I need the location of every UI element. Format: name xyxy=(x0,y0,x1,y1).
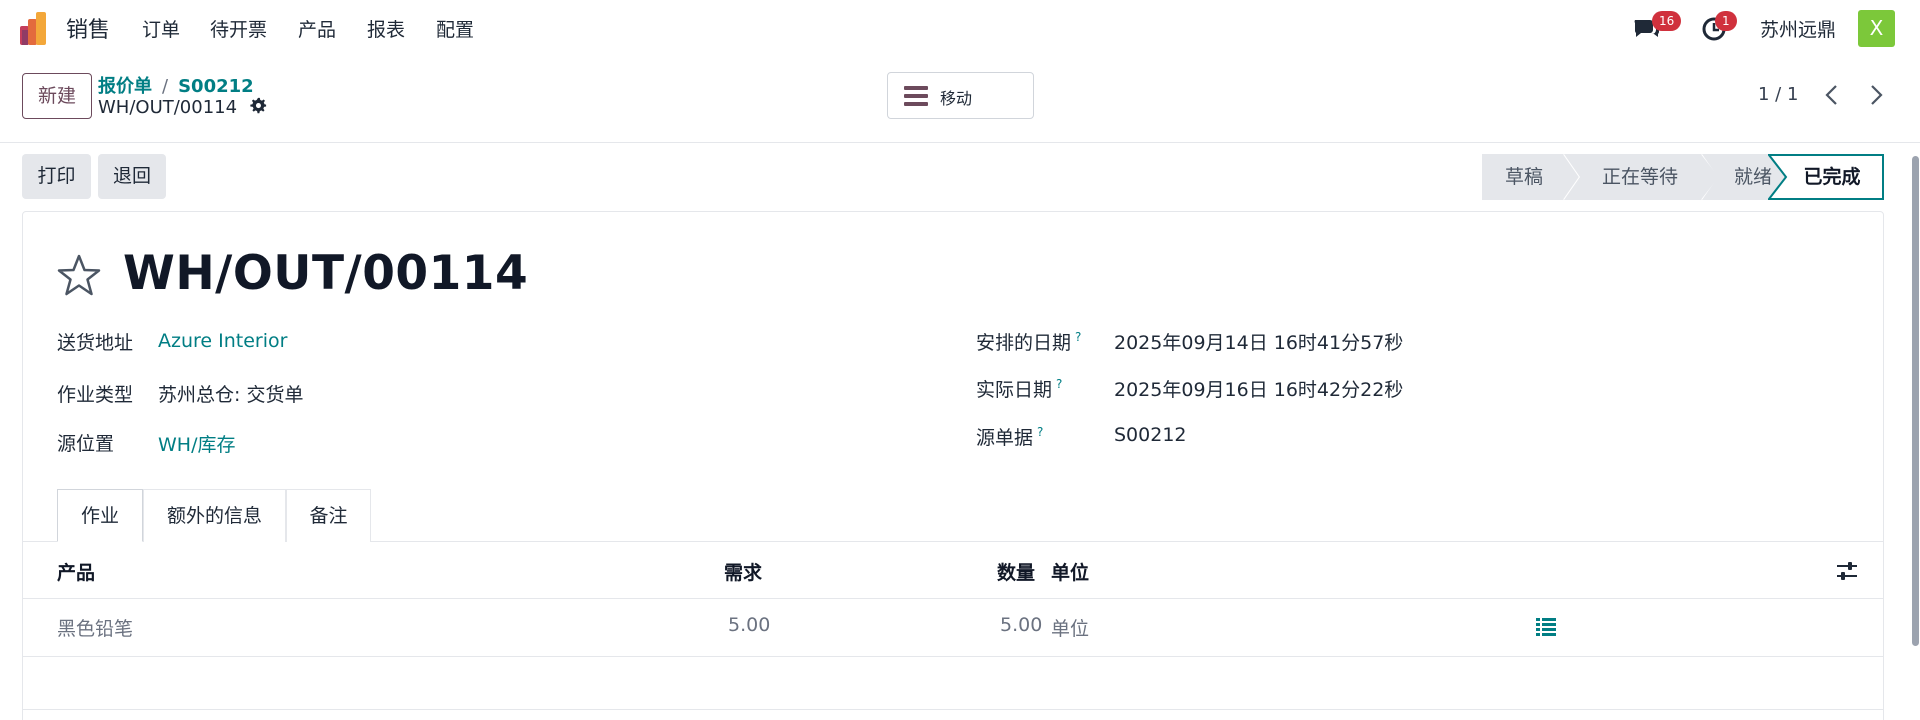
menu-bars-icon xyxy=(904,86,928,106)
cell-uom[interactable]: 单位 xyxy=(1051,614,1089,641)
page-scrollbar[interactable] xyxy=(1910,148,1920,720)
record-name-text: WH/OUT/00114 xyxy=(98,97,238,118)
label-source-document-text: 源单据 xyxy=(976,427,1034,449)
breadcrumb-separator: / xyxy=(162,76,169,97)
app-logo-icon[interactable] xyxy=(20,12,53,45)
source-location-link[interactable]: WH/库存 xyxy=(158,430,235,457)
scrollbar-thumb[interactable] xyxy=(1912,156,1919,646)
stage-waiting[interactable]: 正在等待 xyxy=(1564,154,1722,200)
company-switcher[interactable]: 苏州远鼎 xyxy=(1760,15,1836,42)
effective-date-value: 2025年09月16日 16时42分22秒 xyxy=(1114,379,1404,401)
column-header-demand[interactable]: 需求 xyxy=(724,558,762,585)
header-divider xyxy=(0,142,1920,143)
new-button[interactable]: 新建 xyxy=(22,73,92,119)
return-button[interactable]: 退回 xyxy=(98,154,166,199)
breadcrumb-order[interactable]: S00212 xyxy=(178,76,254,97)
label-source-location: 源位置 xyxy=(57,433,115,455)
column-header-quantity[interactable]: 数量 xyxy=(997,558,1035,585)
cell-quantity[interactable]: 5.00 xyxy=(1000,614,1042,636)
table-header-divider xyxy=(22,598,1884,599)
cell-product[interactable]: 黑色铅笔 xyxy=(57,614,133,641)
label-scheduled-date: 安排的日期? xyxy=(976,328,1081,355)
pager-value[interactable]: 1 / 1 xyxy=(1758,84,1798,105)
table-row-divider-2 xyxy=(22,709,1884,710)
label-scheduled-date-text: 安排的日期 xyxy=(976,332,1072,354)
help-source-document[interactable]: ? xyxy=(1037,425,1043,439)
column-header-uom[interactable]: 单位 xyxy=(1051,558,1089,585)
label-effective-date-text: 实际日期 xyxy=(976,379,1053,401)
status-bar: 草稿 正在等待 就绪 已完成 xyxy=(1482,154,1884,200)
cell-demand[interactable]: 5.00 xyxy=(728,614,770,636)
menu-to-invoice[interactable]: 待开票 xyxy=(210,15,267,42)
tab-additional-info[interactable]: 额外的信息 xyxy=(143,489,286,542)
stage-done-label: 已完成 xyxy=(1803,166,1861,188)
help-effective-date[interactable]: ? xyxy=(1056,377,1062,391)
scheduled-date-value: 2025年09月14日 16时41分57秒 xyxy=(1114,332,1404,354)
menu-products[interactable]: 产品 xyxy=(298,15,336,42)
label-delivery-address: 送货地址 xyxy=(57,332,134,354)
app-name[interactable]: 销售 xyxy=(66,12,110,44)
label-operation-type: 作业类型 xyxy=(57,384,134,406)
help-scheduled-date[interactable]: ? xyxy=(1075,330,1081,344)
column-header-product[interactable]: 产品 xyxy=(57,558,95,585)
gear-icon[interactable] xyxy=(249,97,267,115)
menu-configuration[interactable]: 配置 xyxy=(436,15,474,42)
chevron-left-icon[interactable] xyxy=(1820,82,1844,108)
stage-ready-label: 就绪 xyxy=(1733,166,1772,188)
breadcrumb: 报价单 / S00212 xyxy=(98,72,254,98)
messages-badge: 16 xyxy=(1652,11,1682,31)
record-name: WH/OUT/00114 xyxy=(98,97,267,118)
stage-waiting-label: 正在等待 xyxy=(1601,166,1678,188)
breadcrumb-quotations[interactable]: 报价单 xyxy=(98,76,152,97)
top-navbar: 销售 订单 待开票 产品 报表 配置 16 1 苏州远鼎 X xyxy=(0,0,1920,58)
move-label: 移动 xyxy=(940,89,973,108)
source-document-value: S00212 xyxy=(1114,424,1187,446)
operation-type-value[interactable]: 苏州总仓: 交货单 xyxy=(158,380,303,407)
label-effective-date: 实际日期? xyxy=(976,375,1062,402)
optional-columns-icon[interactable] xyxy=(1836,560,1858,582)
delivery-address-link[interactable]: Azure Interior xyxy=(158,330,287,352)
activity-badge: 1 xyxy=(1715,11,1737,31)
menu-reporting[interactable]: 报表 xyxy=(367,15,405,42)
chevron-right-icon[interactable] xyxy=(1864,82,1888,108)
star-icon[interactable] xyxy=(56,253,102,299)
tab-operations[interactable]: 作业 xyxy=(57,489,143,542)
record-title: WH/OUT/00114 xyxy=(123,246,529,301)
user-avatar[interactable]: X xyxy=(1858,10,1895,47)
tab-note[interactable]: 备注 xyxy=(286,489,371,542)
table-row-divider xyxy=(22,656,1884,657)
details-list-icon[interactable] xyxy=(1535,615,1557,637)
move-button[interactable]: 移动 xyxy=(887,72,1034,119)
stage-draft-label: 草稿 xyxy=(1504,166,1543,188)
stage-draft[interactable]: 草稿 xyxy=(1482,154,1582,200)
label-source-document: 源单据? xyxy=(976,423,1043,450)
stage-done[interactable]: 已完成 xyxy=(1768,154,1884,200)
menu-orders[interactable]: 订单 xyxy=(142,15,180,42)
print-button[interactable]: 打印 xyxy=(22,154,91,199)
